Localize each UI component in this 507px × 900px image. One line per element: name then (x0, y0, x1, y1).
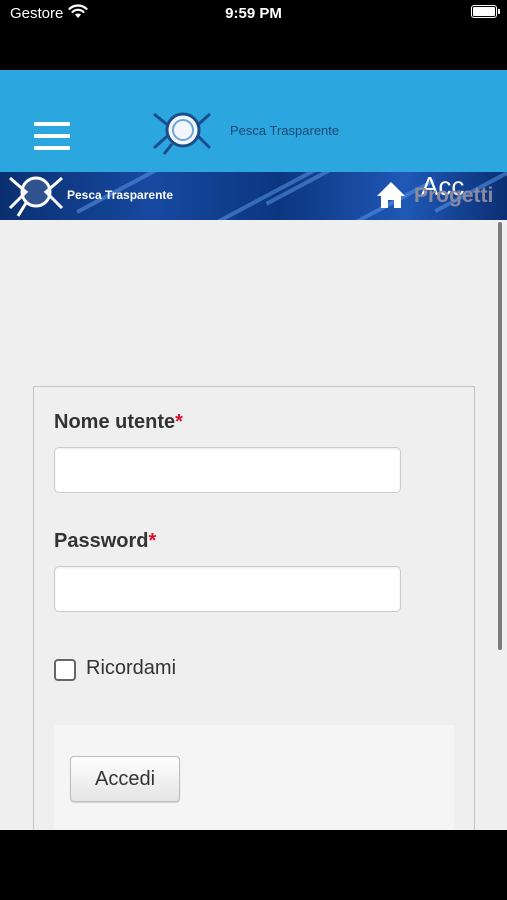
app-bar: Pesca Trasparente (0, 70, 507, 172)
username-label: Nome utente* (54, 411, 183, 433)
main-content: Nome utente* Password* Ricordami Accedi (0, 220, 507, 830)
battery-icon (471, 5, 500, 18)
login-panel: Nome utente* Password* Ricordami Accedi (33, 386, 475, 830)
banner-title: Pesca Trasparente (67, 188, 174, 202)
app-title: Pesca Trasparente (230, 123, 340, 138)
password-input[interactable] (54, 566, 401, 612)
remember-me-checkbox[interactable] (54, 659, 76, 681)
required-mark: * (175, 411, 183, 433)
site-banner: Pesca Trasparente Acc Progetti (0, 172, 507, 220)
required-mark: * (148, 530, 157, 552)
home-icon[interactable] (375, 180, 407, 215)
status-bar: Gestore 9:59 PM (0, 0, 507, 70)
fish-logo-icon (150, 108, 214, 163)
form-actions: Accedi (54, 725, 454, 830)
nav-link-progetti[interactable]: Progetti (414, 184, 493, 208)
username-input[interactable] (54, 447, 401, 493)
bottom-bar (0, 830, 507, 900)
fish-logo-icon[interactable] (8, 172, 64, 220)
password-label: Password* (54, 530, 157, 552)
scrollbar[interactable] (498, 222, 502, 650)
clock: 9:59 PM (225, 5, 282, 22)
login-button[interactable]: Accedi (70, 756, 180, 802)
remember-me-label[interactable]: Ricordami (86, 657, 176, 680)
menu-icon[interactable] (34, 122, 70, 150)
